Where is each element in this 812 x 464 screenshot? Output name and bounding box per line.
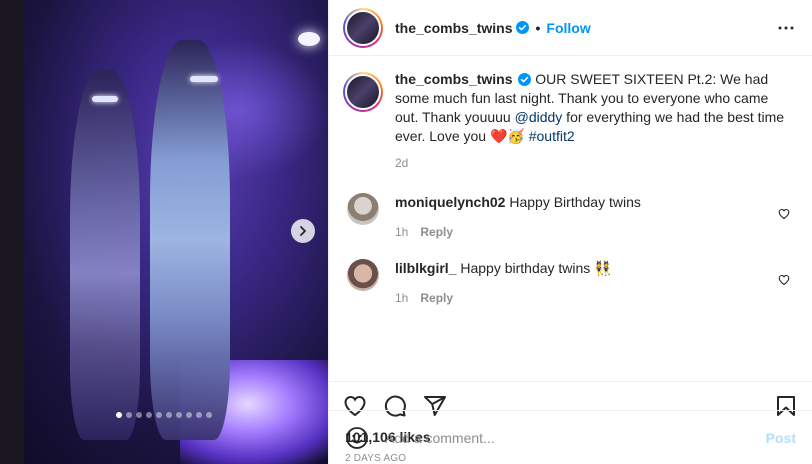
comment-body: moniquelynch02 Happy Birthday twins 1h Re… bbox=[395, 193, 641, 241]
post-panel: the_combs_twins • Follow the_combs_twins… bbox=[328, 0, 812, 464]
heart-icon bbox=[778, 274, 790, 286]
caption-body: the_combs_twins OUR SWEET SIXTEEN Pt.2: … bbox=[395, 70, 795, 173]
comment-text: Happy Birthday twins bbox=[509, 194, 641, 210]
carousel-dot bbox=[206, 412, 212, 418]
comment-body: lilblkgirl_ Happy birthday twins 👯 1h Rep… bbox=[395, 259, 612, 307]
comment-item: moniquelynch02 Happy Birthday twins 1h Re… bbox=[343, 193, 796, 241]
comment-username[interactable]: lilblkgirl_ bbox=[395, 260, 456, 276]
caption-emojis: ❤️🥳 bbox=[489, 128, 525, 144]
separator-dot: • bbox=[535, 19, 541, 36]
comment-meta: 1h Reply bbox=[395, 289, 612, 307]
carousel-dot bbox=[136, 412, 142, 418]
avatar[interactable] bbox=[343, 72, 383, 112]
carousel-dots bbox=[116, 412, 212, 418]
reply-button[interactable]: Reply bbox=[420, 291, 453, 305]
comment-username[interactable]: moniquelynch02 bbox=[395, 194, 505, 210]
emoji-button[interactable] bbox=[345, 426, 369, 450]
post-header: the_combs_twins • Follow bbox=[329, 0, 812, 56]
comment-text: Happy birthday twins 👯 bbox=[460, 260, 612, 276]
verified-icon bbox=[516, 21, 530, 34]
mention-link[interactable]: @diddy bbox=[515, 109, 563, 125]
next-image-button[interactable] bbox=[291, 219, 315, 243]
add-comment-bar: Post bbox=[329, 410, 812, 464]
caption-username[interactable]: the_combs_twins bbox=[395, 71, 512, 87]
carousel-dot bbox=[146, 412, 152, 418]
verified-icon bbox=[518, 73, 532, 86]
avatar[interactable] bbox=[347, 193, 379, 225]
comment-input[interactable] bbox=[385, 429, 766, 446]
carousel-dot bbox=[126, 412, 132, 418]
glasses-right bbox=[190, 76, 218, 82]
comment-age: 1h bbox=[395, 291, 409, 305]
post-dialog: the_combs_twins • Follow the_combs_twins… bbox=[0, 0, 812, 464]
carousel-dot bbox=[186, 412, 192, 418]
avatar[interactable] bbox=[343, 7, 383, 48]
emoji-icon bbox=[346, 426, 368, 449]
carousel-dot bbox=[176, 412, 182, 418]
caption: the_combs_twins OUR SWEET SIXTEEN Pt.2: … bbox=[343, 70, 796, 173]
carousel-dot bbox=[156, 412, 162, 418]
carousel-dot bbox=[116, 412, 122, 418]
reply-button[interactable]: Reply bbox=[420, 225, 453, 239]
more-icon bbox=[778, 26, 794, 29]
username-link[interactable]: the_combs_twins bbox=[395, 20, 512, 36]
carousel-dot bbox=[166, 412, 172, 418]
comment-meta: 1h Reply bbox=[395, 223, 641, 241]
carousel-dot bbox=[196, 412, 202, 418]
spotlight bbox=[298, 32, 320, 46]
heart-icon bbox=[778, 208, 790, 220]
comment-like-button[interactable] bbox=[778, 207, 790, 220]
glasses-left bbox=[92, 96, 118, 102]
chevron-right-icon bbox=[300, 226, 306, 236]
post-comment-button[interactable]: Post bbox=[766, 430, 796, 446]
post-image[interactable] bbox=[0, 0, 328, 464]
caption-age: 2d bbox=[395, 156, 409, 170]
image-edge bbox=[0, 0, 24, 464]
avatar[interactable] bbox=[347, 259, 379, 291]
hashtag-link[interactable]: #outfit2 bbox=[529, 128, 575, 144]
comment-item: lilblkgirl_ Happy birthday twins 👯 1h Rep… bbox=[343, 259, 796, 307]
comment-age: 1h bbox=[395, 225, 409, 239]
comments-section: the_combs_twins OUR SWEET SIXTEEN Pt.2: … bbox=[329, 56, 812, 381]
comment-like-button[interactable] bbox=[778, 273, 790, 286]
follow-button[interactable]: Follow bbox=[546, 20, 590, 36]
more-options-button[interactable] bbox=[774, 16, 798, 40]
